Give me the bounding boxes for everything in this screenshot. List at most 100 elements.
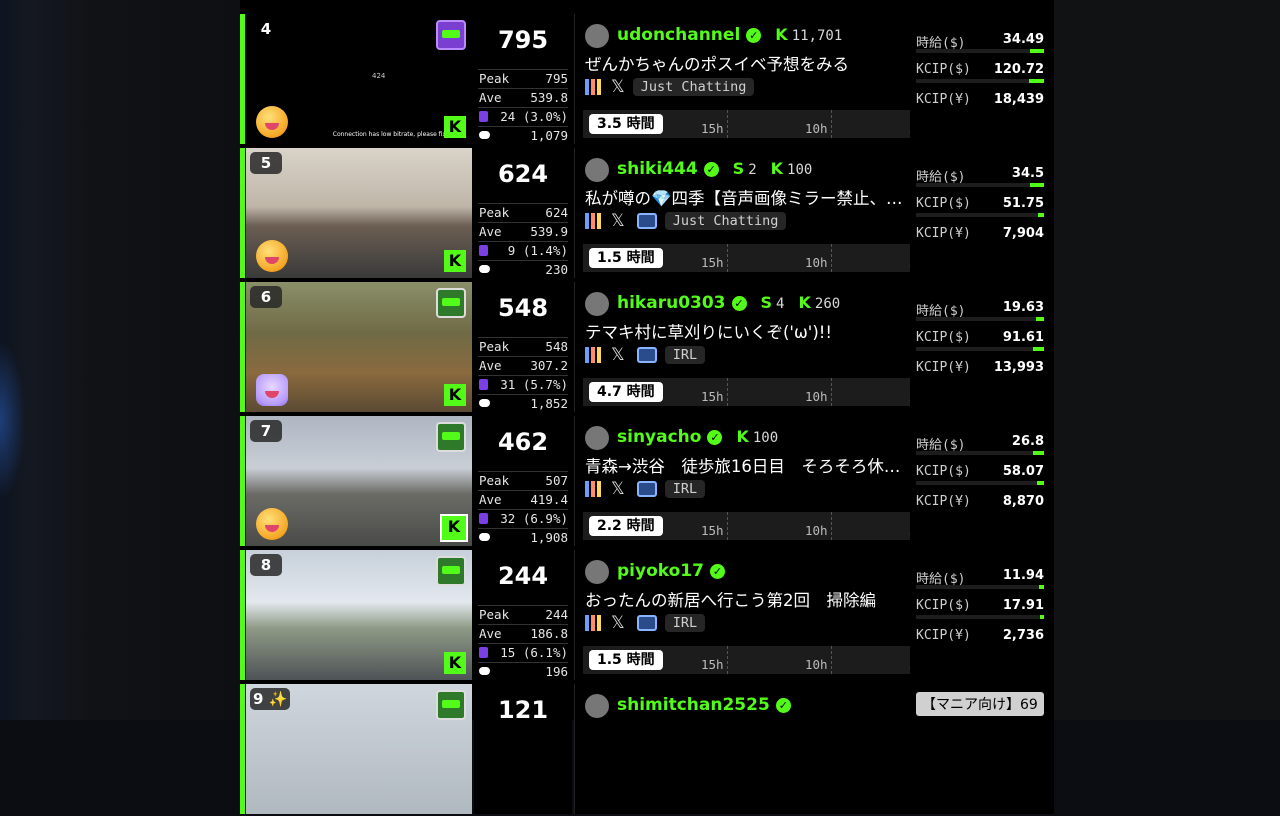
stats-chart-icon[interactable] xyxy=(585,78,601,95)
category-tag[interactable]: IRL xyxy=(664,479,706,498)
subscriber-count-label xyxy=(479,109,491,124)
peak-viewers: Peak 548 xyxy=(478,337,568,355)
stream-title[interactable]: ぜんかちゃんのポスイベ予想をみる xyxy=(585,51,905,75)
stream-thumbnail[interactable]: 7K xyxy=(246,416,472,546)
subscriber-count-value: 15 (6.1%) xyxy=(500,645,568,660)
badge-count: 100 xyxy=(787,162,813,178)
stream-thumbnail[interactable]: 9 ✨ xyxy=(246,684,472,814)
kcip-usd-value: 51.75 xyxy=(1002,196,1044,211)
streamer-username[interactable]: shimitchan2525 ✓ xyxy=(617,695,791,715)
earnings-panel: 時給($) 34.5 KCIP($) 51.75 KCIP(¥) 7,904 xyxy=(910,148,1054,278)
kick-badge-icon: K xyxy=(775,25,788,44)
stream-row[interactable]: 7 K 462 Peak 507 Ave 419.4 32 (6.9%) 1,908 sinyac… xyxy=(240,416,1054,548)
x-twitter-icon[interactable]: 𝕏 xyxy=(611,211,625,231)
kick-badge-icon: K xyxy=(736,427,749,446)
peak-viewers-value: 244 xyxy=(545,607,568,622)
viewer-stats: 121 xyxy=(474,684,572,814)
stats-chart-icon[interactable] xyxy=(585,480,601,497)
kcip-usd-bar xyxy=(1040,615,1044,619)
kcip-usd-label: KCIP($) xyxy=(916,196,971,211)
category-tag[interactable]: IRL xyxy=(664,613,706,632)
streamer-username[interactable]: sinyacho ✓ K 100 xyxy=(617,427,778,447)
stream-links: 𝕏 IRL xyxy=(585,478,706,499)
average-viewers-label: Ave xyxy=(479,626,502,641)
streamer-username[interactable]: udonchannel ✓ K 11,701 xyxy=(617,25,842,45)
stream-info: udonchannel ✓ K 11,701 ぜんかちゃんのポスイベ予想をみる 𝕏 Just… xyxy=(574,14,1045,144)
streamer-avatar[interactable] xyxy=(585,694,609,718)
hourly-earnings-bar xyxy=(1039,585,1044,589)
stats-chart-icon[interactable] xyxy=(585,212,601,229)
username-text[interactable]: shiki444 xyxy=(617,159,698,179)
username-text[interactable]: hikaru0303 xyxy=(617,293,726,313)
stream-info: piyoko17 ✓ おったんの新居へ行こう第2回 掃除編 𝕏 IRL 1.5 時間 15h… xyxy=(574,550,1045,680)
x-twitter-icon[interactable]: 𝕏 xyxy=(611,479,625,499)
kcip-usd-value: 17.91 xyxy=(1002,598,1044,613)
username-text[interactable]: sinyacho xyxy=(617,427,701,447)
tv-icon[interactable] xyxy=(636,614,657,631)
streamer-avatar[interactable] xyxy=(585,292,609,316)
streamer-username[interactable]: hikaru0303 ✓ S 4 K 260 xyxy=(617,293,840,313)
chat-count-label xyxy=(479,396,490,411)
x-twitter-icon[interactable]: 𝕏 xyxy=(611,345,625,365)
stream-duration: 3.5 時間 xyxy=(589,114,663,134)
stats-chart-icon[interactable] xyxy=(585,614,601,631)
stream-title[interactable]: 私が噂の💎四季【音声画像ミラー禁止、転載禁止】 xyxy=(585,185,905,209)
streamer-avatar[interactable] xyxy=(585,426,609,450)
streamer-username[interactable]: shiki444 ✓ S 2 K 100 xyxy=(617,159,812,179)
peak-viewers-value: 624 xyxy=(545,205,568,220)
username-text[interactable]: shimitchan2525 xyxy=(617,695,770,715)
chat-bubble-icon xyxy=(479,131,490,139)
stream-title[interactable]: 青森→渋谷 徒歩旅16日目 そろそろ休憩しようか xyxy=(585,453,905,477)
chat-count: 1,852 xyxy=(478,394,568,412)
viewer-count: 795 xyxy=(497,26,549,54)
sub-badge-icon: S xyxy=(760,293,773,312)
subscriber-count-label xyxy=(479,511,491,526)
stream-row[interactable]: 6 K 548 Peak 548 Ave 307.2 31 (5.7%) 1,852 hikaru… xyxy=(240,282,1054,414)
earnings-panel: 時給($) 34.49 KCIP($) 120.72 KCIP(¥) 18,439 xyxy=(910,14,1054,144)
timeline-tick-label: 10h xyxy=(805,389,828,404)
stats-chart-icon[interactable] xyxy=(585,346,601,363)
streamer-avatar[interactable] xyxy=(585,24,609,48)
stream-row[interactable]: 8 K 244 Peak 244 Ave 186.8 15 (6.1%) 196 piyoko17… xyxy=(240,550,1054,682)
stream-thumbnail[interactable]: 6K xyxy=(246,282,472,412)
stream-row[interactable]: 5 K 624 Peak 624 Ave 539.9 9 (1.4%) 230 shiki444 ✓… xyxy=(240,148,1054,280)
stream-thumbnail[interactable]: 8K xyxy=(246,550,472,680)
stream-title[interactable]: おったんの新居へ行こう第2回 掃除編 xyxy=(585,587,905,611)
x-twitter-icon[interactable]: 𝕏 xyxy=(611,613,625,633)
category-tag[interactable]: IRL xyxy=(664,345,706,364)
timeline-gridline xyxy=(831,110,833,138)
category-tag[interactable]: Just Chatting xyxy=(632,77,755,96)
tv-icon[interactable] xyxy=(636,346,657,363)
subscriber-count-label xyxy=(479,243,491,258)
viewer-count: 624 xyxy=(497,160,549,188)
tv-icon[interactable] xyxy=(636,480,657,497)
chat-count-label xyxy=(479,128,490,143)
username-text[interactable]: piyoko17 xyxy=(617,561,704,581)
kcip-jpy-value: 18,439 xyxy=(993,92,1044,107)
stream-title[interactable]: テマキ村に草刈りにいくぞ('ω')!! xyxy=(585,319,905,343)
x-twitter-icon[interactable]: 𝕏 xyxy=(611,77,625,97)
streamer-avatar[interactable] xyxy=(585,158,609,182)
stream-info: hikaru0303 ✓ S 4 K 260 テマキ村に草刈りにいくぞ('ω')!! 𝕏 IRL… xyxy=(574,282,1045,412)
category-tag[interactable]: Just Chatting xyxy=(664,211,787,230)
promo-chip[interactable]: 【マニア向け】69 xyxy=(916,692,1044,716)
viewer-stats: 462 Peak 507 Ave 419.4 32 (6.9%) 1,908 xyxy=(474,416,572,546)
stream-row[interactable]: 9 ✨ 121 shimitchan2525 ✓ 【マニア向け】69 xyxy=(240,684,1054,816)
stream-thumbnail[interactable]: 4 424 Connection has low bitrate, please f… xyxy=(246,14,472,144)
chat-count-value: 1,908 xyxy=(530,530,568,545)
kcip-usd-label: KCIP($) xyxy=(916,598,971,613)
stream-row[interactable]: 4 424 Connection has low bitrate, please f… xyxy=(240,14,1054,146)
chat-bubble-icon xyxy=(479,667,490,675)
hourly-earnings-track xyxy=(916,49,1044,53)
tv-icon[interactable] xyxy=(636,212,657,229)
hourly-earnings-value: 34.49 xyxy=(1002,32,1044,47)
viewer-count: 244 xyxy=(497,562,549,590)
stream-thumbnail[interactable]: 5K xyxy=(246,148,472,278)
peak-viewers-value: 507 xyxy=(545,473,568,488)
streamer-username[interactable]: piyoko17 ✓ xyxy=(617,561,725,581)
subscriber-count: 32 (6.9%) xyxy=(478,509,568,527)
streamer-avatar[interactable] xyxy=(585,560,609,584)
username-text[interactable]: udonchannel xyxy=(617,25,740,45)
peak-viewers: Peak 244 xyxy=(478,605,568,623)
peak-viewers: Peak 624 xyxy=(478,203,568,221)
